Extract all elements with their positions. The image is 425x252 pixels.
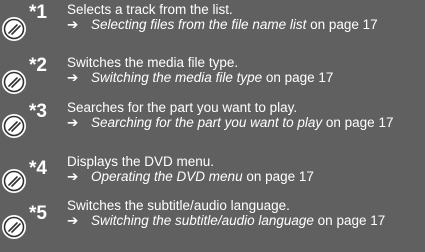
page-reference: ➔ Switching the media file type on page 1… <box>67 70 419 85</box>
item-description: Switches the subtitle/audio language. <box>67 198 290 213</box>
page-reference: ➔ Switching the subtitle/audio language o… <box>67 213 419 228</box>
item-text: Switches the media file type. ➔ Switching… <box>67 55 419 85</box>
reference-title[interactable]: Operating the DVD menu <box>91 169 243 184</box>
page-reference: ➔ Selecting files from the file name list… <box>67 17 419 32</box>
arrow-icon: ➔ <box>67 169 79 185</box>
list-item: *1 Selects a track from the list. ➔ Selec… <box>0 0 425 50</box>
arrow-icon: ➔ <box>67 213 79 229</box>
reference-page: on page 17 <box>262 70 334 86</box>
page-reference: ➔ Searching for the part you want to play… <box>67 115 419 130</box>
reference-title[interactable]: Switching the subtitle/audio language <box>91 213 314 228</box>
reference-page: on page 17 <box>313 213 386 229</box>
list-item: *3 Searches for the part you want to pla… <box>0 97 425 147</box>
reference-page: on page 17 <box>242 169 314 185</box>
marker: *4 <box>29 158 47 179</box>
list-item: *5 Switches the subtitle/audio language.… <box>0 195 425 245</box>
item-text: Selects a track from the list. ➔ Selectin… <box>67 2 419 32</box>
marker: *5 <box>29 203 47 224</box>
item-description: Displays the DVD menu. <box>67 154 215 169</box>
reference-page: on page 17 <box>322 115 394 131</box>
arrow-icon: ➔ <box>67 70 79 86</box>
item-text: Switches the subtitle/audio language. ➔ S… <box>67 198 419 228</box>
arrow-icon: ➔ <box>67 115 79 131</box>
item-description: Searches for the part you want to play. <box>67 100 298 115</box>
marker: *3 <box>29 101 47 122</box>
marker: *1 <box>29 2 47 23</box>
marker: *2 <box>29 55 47 76</box>
item-text: Displays the DVD menu. ➔ Operating the DV… <box>67 154 419 184</box>
item-text: Searches for the part you want to play. … <box>67 100 419 130</box>
page-reference: ➔ Operating the DVD menu on page 17 <box>67 169 419 184</box>
item-description: Selects a track from the list. <box>67 2 233 17</box>
reference-title[interactable]: Selecting files from the file name list <box>91 17 306 32</box>
reference-page: on page 17 <box>306 17 378 33</box>
arrow-icon: ➔ <box>67 17 79 33</box>
item-description: Switches the media file type. <box>67 55 239 70</box>
reference-title[interactable]: Switching the media file type <box>91 70 262 85</box>
reference-title[interactable]: Searching for the part you want to play <box>91 115 322 130</box>
list-item: *2 Switches the media file type. ➔ Switch… <box>0 53 425 103</box>
